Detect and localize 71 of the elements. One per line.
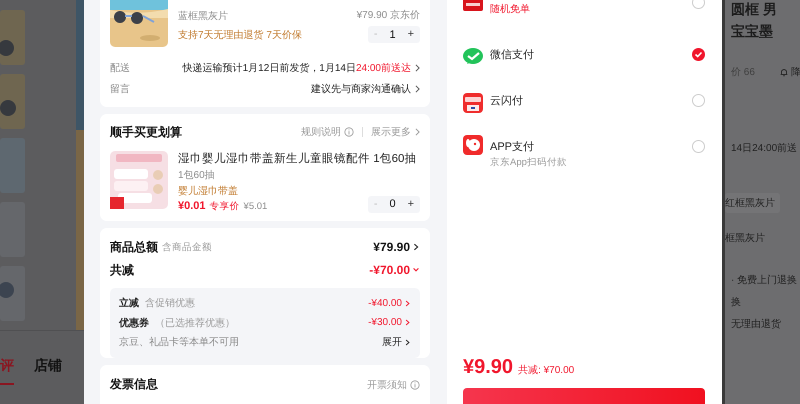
service-guarantee: 支持7天无理由退货 7天价保 — [178, 28, 303, 42]
product-variant: 蓝框黑灰片 — [178, 10, 229, 23]
variant-chip[interactable]: 框黑灰片 — [725, 228, 770, 248]
info-text: 无理由退货 — [731, 318, 781, 331]
addon-tag: 婴儿湿巾带盖 — [178, 184, 416, 198]
discount-label: 立减 — [119, 296, 139, 310]
chevron-icon — [415, 84, 420, 92]
discount-label: 优惠券 — [119, 316, 149, 330]
addon-product-title[interactable]: 湿巾婴儿湿巾带盖新生儿童眼镜配件 1包60抽 — [178, 150, 416, 166]
discount-amount: -¥30.00 — [368, 317, 402, 328]
chevron-icon — [404, 300, 411, 307]
product-title: 圆框 男 — [731, 0, 777, 18]
chevron-icon — [415, 128, 420, 136]
payment-option[interactable]: 云闪付 — [463, 89, 705, 135]
payment-description: 京东App扫码付款 — [490, 156, 567, 169]
payment-option[interactable]: 微信支付 — [463, 43, 705, 89]
price-label: 专享价 — [210, 200, 240, 213]
chevron-icon[interactable] — [412, 243, 420, 252]
total-saving: 共减: ¥70.00 — [518, 364, 574, 377]
product-price: ¥79.90 京东价 — [356, 8, 420, 22]
original-price: ¥5.01 — [244, 200, 268, 212]
invoice-notice-link[interactable]: 开票须知 — [367, 378, 407, 392]
quantity-value: 1 — [388, 28, 397, 40]
chevron-icon — [404, 338, 411, 346]
discount-amount: -¥40.00 — [368, 298, 402, 309]
discount-note: 含促销优惠 — [145, 296, 195, 310]
variant-chip[interactable]: 红框黑灰片 — [725, 193, 780, 213]
page-tab[interactable]: 店铺 — [34, 357, 62, 383]
radio-checked[interactable] — [692, 48, 705, 61]
info-text: · 免费上门退换 — [731, 274, 798, 287]
rules-link[interactable]: 规则说明 — [301, 125, 341, 140]
info-icon — [410, 380, 420, 390]
info-text: 14日24:00前送 — [731, 142, 798, 155]
show-more-link[interactable]: 展示更多 — [371, 125, 411, 140]
addon-spec: 1包60抽 — [178, 168, 216, 182]
chevron-down-icon[interactable] — [412, 266, 420, 274]
detail-label: 留言 — [110, 82, 130, 96]
discount-label: 京豆、礼品卡等本单不可用 — [119, 336, 239, 350]
info-text: 换 — [731, 296, 741, 309]
chat-check-icon — [463, 47, 483, 67]
info-icon — [344, 127, 354, 138]
quantity-value: 0 — [388, 198, 397, 210]
summary-note: 含商品金额 — [162, 240, 212, 254]
payment-option[interactable]: 随机免单 — [463, 0, 705, 43]
chevron-icon — [415, 64, 420, 72]
detail-value[interactable]: 建议先与商家沟通确认 — [311, 82, 411, 96]
payment-name: APP支付 — [490, 140, 536, 154]
increase-button[interactable]: + — [406, 29, 416, 40]
product-title: 宝宝墨 — [731, 22, 773, 40]
radio-button[interactable] — [692, 140, 705, 153]
promo-text: 随机免单 — [490, 2, 530, 16]
section-title: 顺手买更划算 — [110, 124, 182, 141]
summary-label: 商品总额 — [110, 238, 158, 256]
payment-name: 微信支付 — [490, 48, 534, 62]
payment-name: 云闪付 — [490, 94, 523, 108]
detail-label: 配送 — [110, 62, 130, 74]
addon-price: ¥0.01 — [178, 200, 206, 212]
chevron-icon — [404, 319, 411, 326]
summary-amount: ¥79.90 — [373, 240, 410, 254]
payment-option[interactable]: APP支付 京东App扫码付款 — [463, 135, 705, 181]
radio-button[interactable] — [692, 94, 705, 107]
summary-amount: -¥70.00 — [369, 263, 410, 278]
detail-value[interactable]: 快递运输预计1月12日前发货，1月14日24:00前送达 — [182, 60, 411, 74]
discount-note: （已选推荐优惠） — [155, 316, 235, 330]
increase-button[interactable]: + — [406, 198, 416, 210]
flash-pay-logo-icon — [463, 93, 483, 113]
expand-link[interactable]: 展开 — [382, 335, 402, 350]
summary-label: 共减 — [110, 262, 134, 279]
bell-icon — [779, 67, 789, 77]
total-price: ¥9.90 — [463, 356, 514, 379]
section-title: 发票信息 — [110, 376, 158, 394]
